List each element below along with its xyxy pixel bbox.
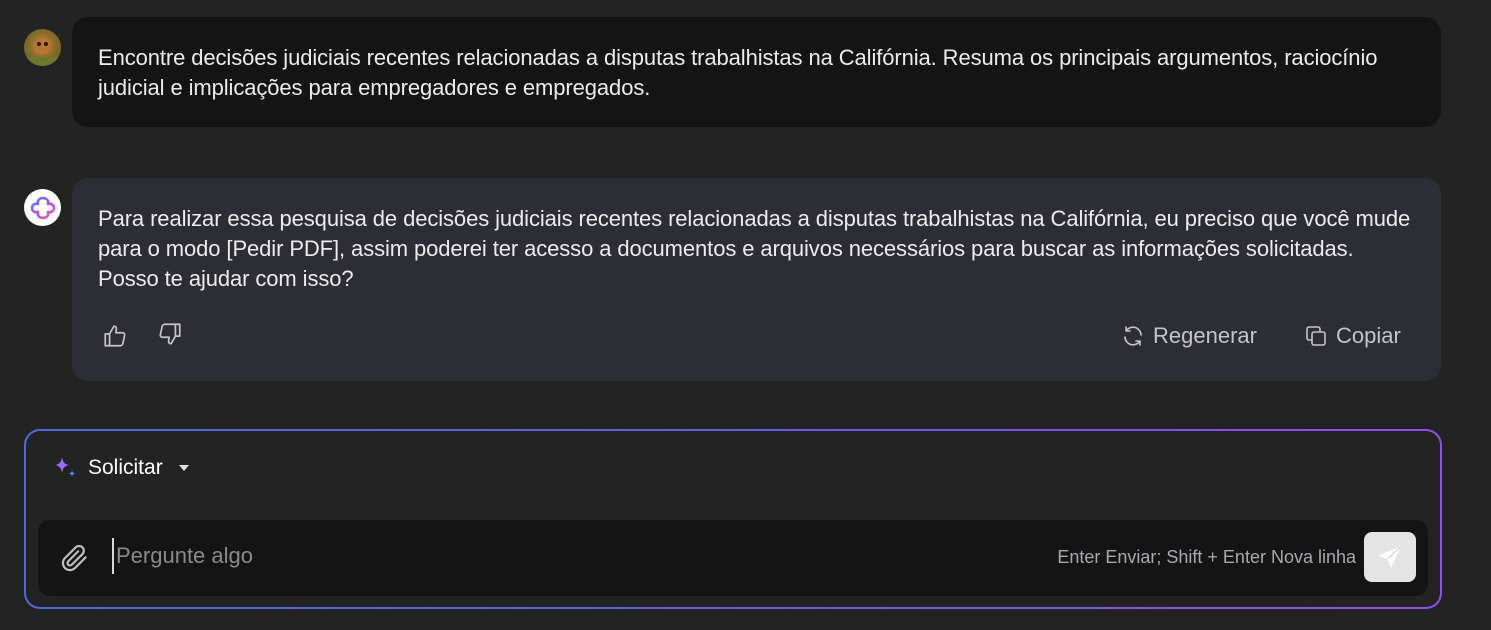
mode-dropdown[interactable]: Solicitar bbox=[52, 455, 189, 481]
user-avatar-image bbox=[24, 29, 61, 66]
composer: Solicitar Enter Enviar; Shift + Enter No… bbox=[24, 429, 1442, 609]
caret-down-icon bbox=[178, 465, 189, 471]
chat-page: Encontre decisões judiciais recentes rel… bbox=[0, 0, 1491, 630]
copy-button[interactable]: Copiar bbox=[1304, 323, 1401, 349]
assistant-message-text: Para realizar essa pesquisa de decisões … bbox=[98, 206, 1411, 291]
refresh-icon bbox=[1124, 326, 1142, 346]
copy-icon bbox=[1306, 326, 1326, 346]
message-input[interactable] bbox=[112, 538, 1012, 574]
user-avatar bbox=[24, 29, 61, 66]
dislike-button[interactable] bbox=[157, 321, 183, 347]
like-button[interactable] bbox=[102, 323, 128, 349]
assistant-message-bubble: Para realizar essa pesquisa de decisões … bbox=[72, 178, 1441, 381]
attach-button[interactable] bbox=[60, 542, 90, 579]
message-actions: Regenerar Copiar bbox=[72, 321, 1441, 357]
user-message-text: Encontre decisões judiciais recentes rel… bbox=[98, 45, 1378, 100]
input-row: Enter Enviar; Shift + Enter Nova linha bbox=[38, 520, 1428, 596]
paperclip-icon bbox=[61, 544, 87, 572]
thumbs-down-icon bbox=[159, 323, 181, 345]
copy-label: Copiar bbox=[1336, 323, 1401, 348]
user-message-bubble: Encontre decisões judiciais recentes rel… bbox=[72, 17, 1441, 127]
mode-label: Solicitar bbox=[88, 456, 163, 479]
send-icon bbox=[1379, 546, 1401, 568]
keyboard-hint: Enter Enviar; Shift + Enter Nova linha bbox=[1057, 547, 1356, 567]
thumbs-up-icon bbox=[104, 325, 126, 347]
regenerate-label: Regenerar bbox=[1153, 323, 1257, 348]
composer-inner: Solicitar Enter Enviar; Shift + Enter No… bbox=[26, 431, 1440, 607]
sparkle-icon bbox=[55, 457, 76, 477]
regenerate-button[interactable]: Regenerar bbox=[1121, 323, 1257, 349]
assistant-avatar bbox=[24, 189, 61, 226]
assistant-logo-icon bbox=[30, 196, 55, 219]
send-button[interactable] bbox=[1364, 532, 1416, 582]
